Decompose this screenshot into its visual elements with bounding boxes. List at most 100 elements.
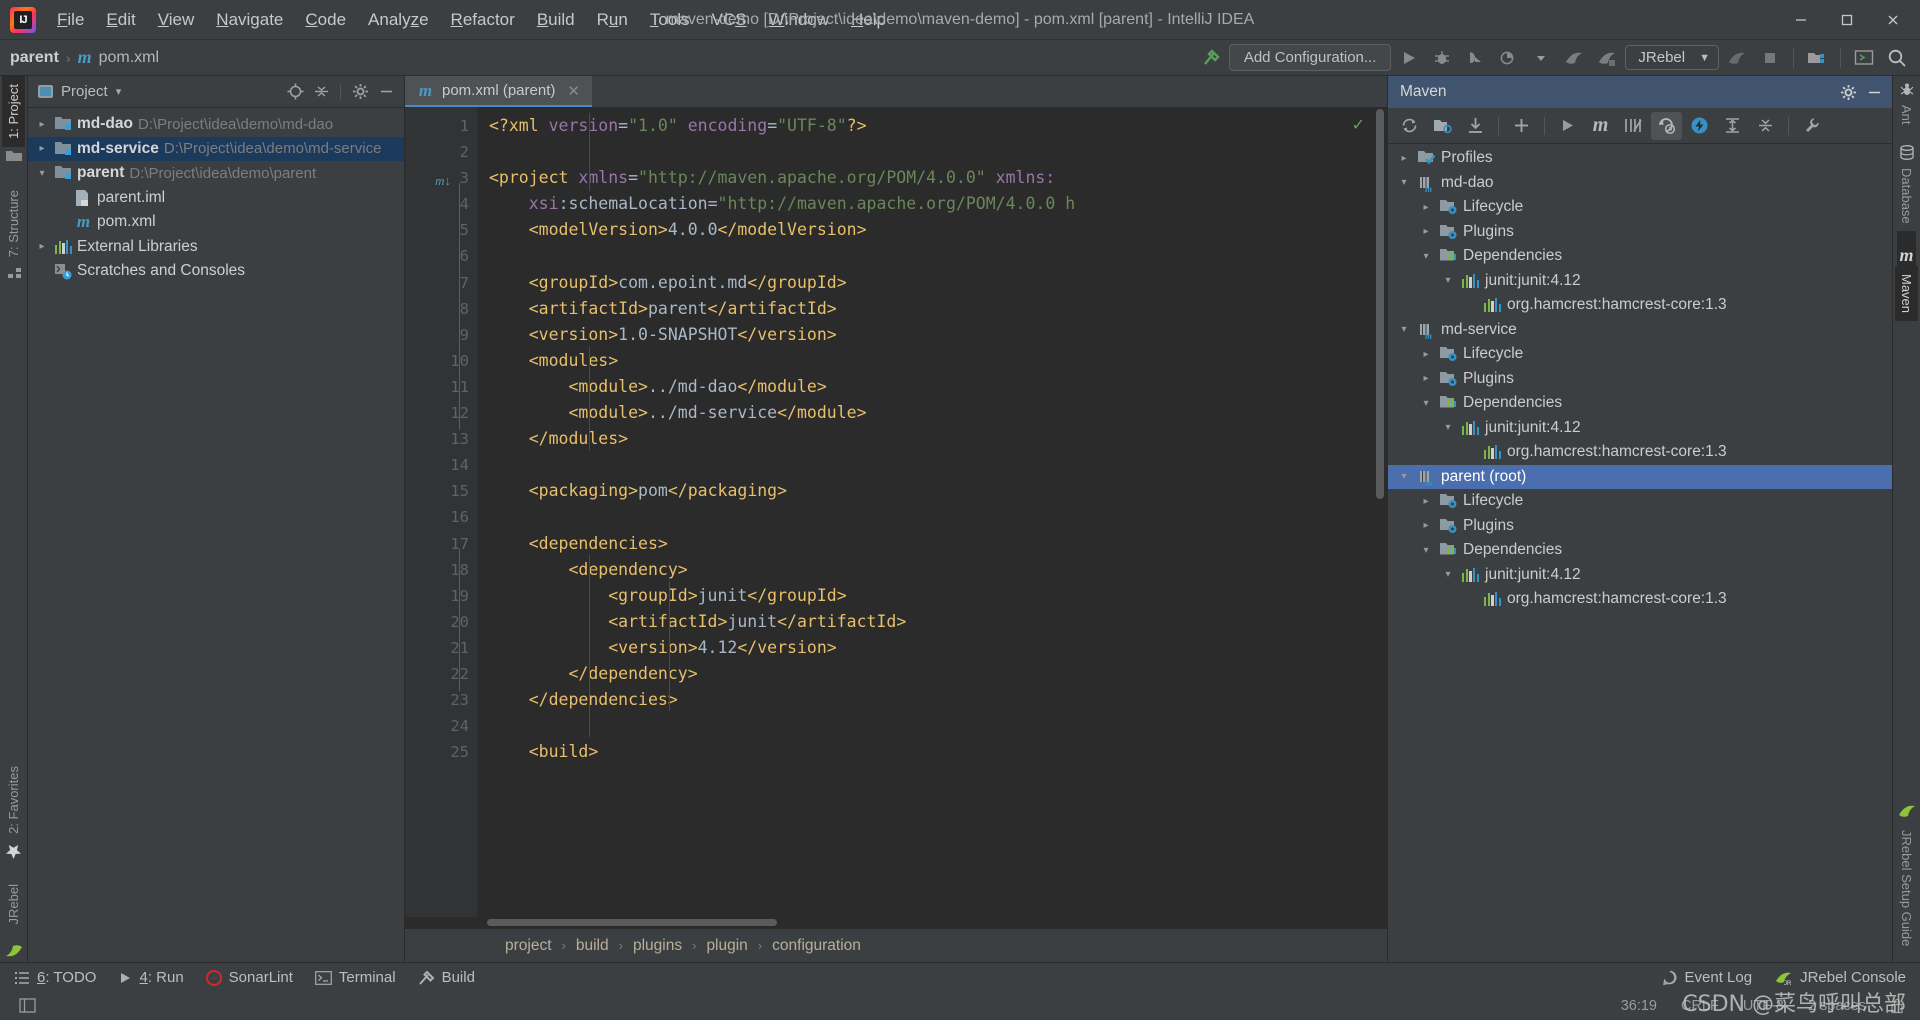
chevron-down-icon[interactable]: ▾ [1396,324,1412,335]
code-line[interactable]: </modules> [477,426,1387,452]
sidebar-item-jrebel-setup-guide[interactable]: JRebel Setup Guide [1895,822,1918,962]
debug-icon[interactable] [1427,44,1457,72]
toolwindow-sonarlint[interactable]: ~ SonarLint [205,969,293,986]
chevron-right-icon[interactable]: ▸ [1418,226,1434,237]
indent-setting[interactable]: 2 spaces [1808,998,1866,1014]
scrollbar-thumb[interactable] [487,919,777,926]
hide-icon[interactable] [374,80,398,104]
code-line[interactable]: <dependencies> [477,531,1387,557]
settings-gear-icon[interactable] [1836,80,1860,104]
add-configuration-button[interactable]: Add Configuration... [1228,44,1392,71]
code-line[interactable]: </dependency> [477,661,1387,687]
sidebar-item-database[interactable]: Database [1895,160,1918,232]
chevron-down-icon[interactable]: ▾ [1440,422,1456,433]
code-line[interactable]: <groupId>junit</groupId> [477,583,1387,609]
project-structure-icon[interactable] [1802,44,1832,72]
stop-icon[interactable] [1755,44,1785,72]
menu-file[interactable]: File [46,4,95,36]
hide-icon[interactable] [1862,80,1886,104]
project-tree-row[interactable]: Scratches and Consoles [28,259,404,284]
code-line[interactable] [477,713,1387,739]
gutter-line-number[interactable]: 25− [405,739,493,765]
gutter-line-number[interactable]: 4 [405,191,477,217]
toggle-offline-icon[interactable] [1651,111,1682,140]
gutter-line-number[interactable]: 14 [405,452,477,478]
gutter-line-number[interactable]: 19 [405,583,477,609]
maven-tree-row[interactable]: ▸ Lifecycle [1388,195,1892,220]
maven-tree-row[interactable]: ▾ Dependencies [1388,244,1892,269]
toolwindow-run[interactable]: 4: Run [118,969,184,986]
tab-pom-xml[interactable]: m pom.xml (parent) ✕ [405,76,592,107]
code-line[interactable] [477,504,1387,530]
chevron-down-icon[interactable]: ▾ [34,168,50,179]
gutter-line-number[interactable]: 7 [405,270,477,296]
gutter-line-number[interactable]: 18− [405,557,493,583]
chevron-down-icon[interactable]: ▾ [1418,398,1434,409]
terminal-icon[interactable] [1849,44,1879,72]
chevron-down-icon[interactable]: ▾ [1396,471,1412,482]
toolwindow-terminal[interactable]: Terminal [314,969,396,986]
editor-breadcrumb-item[interactable]: plugin [706,937,747,955]
maven-tree-row[interactable]: ▾ junit:junit:4.12 [1388,416,1892,441]
gutter-line-number[interactable]: 22 [405,661,493,687]
run-icon[interactable] [1394,44,1424,72]
code-line[interactable]: <version>4.12</version> [477,635,1387,661]
menu-code[interactable]: Code [294,4,357,36]
chevron-right-icon[interactable]: ▸ [34,119,50,130]
toolwindow-event-log[interactable]: Event Log [1662,969,1752,986]
menu-analyze[interactable]: Analyze [357,4,440,36]
chevron-down-icon[interactable]: ▾ [116,85,122,98]
search-everywhere-icon[interactable] [1882,44,1912,72]
maven-settings-icon[interactable] [1796,112,1827,140]
menu-edit[interactable]: Edit [95,4,146,36]
gutter-line-number[interactable]: 1 [405,113,477,139]
project-panel-title-group[interactable]: Project ▾ [38,83,121,100]
menu-help[interactable]: Help [840,4,897,36]
maven-tree-row[interactable]: ▾ junit:junit:4.12 [1388,563,1892,588]
code-line[interactable] [477,139,1387,165]
gutter-line-number[interactable]: 21 [405,635,477,661]
code-line[interactable]: <modelVersion>4.0.0</modelVersion> [477,217,1387,243]
toggle-skip-tests-icon[interactable] [1618,112,1649,140]
jrebel-stop-icon[interactable] [1722,44,1752,72]
code-line[interactable]: <module>../md-dao</module> [477,374,1387,400]
toolwindow-todo[interactable]: 6: TODO [14,969,96,986]
editor-breadcrumb-item[interactable]: project [505,937,552,955]
sidebar-item-project[interactable]: 1: Project [2,76,25,147]
maven-tree-row[interactable]: ▾ m md-dao [1388,171,1892,196]
code-line[interactable]: <artifactId>junit</artifactId> [477,609,1387,635]
chevron-right-icon[interactable]: ▸ [1418,349,1434,360]
gutter-line-number[interactable]: 20 [405,609,477,635]
editor-breadcrumb-item[interactable]: configuration [772,937,861,955]
gutter-line-number[interactable]: 12 [405,400,477,426]
collapse-all-icon[interactable] [309,80,333,104]
menu-run[interactable]: Run [586,4,639,36]
chevron-down-icon[interactable] [1526,44,1556,72]
chevron-right-icon[interactable]: ▸ [1396,153,1412,164]
maven-tree-row[interactable]: org.hamcrest:hamcrest-core:1.3 [1388,440,1892,465]
gutter-line-number[interactable]: 2 [405,139,477,165]
sidebar-item-ant[interactable]: Ant [1895,97,1918,133]
code-line[interactable]: <modules> [477,348,1387,374]
line-separator[interactable]: CRLF [1681,998,1719,1014]
run-icon[interactable] [1552,112,1583,140]
profiler-icon[interactable] [1493,44,1523,72]
sidebar-item-maven[interactable]: Maven [1895,266,1918,322]
maven-tree-row[interactable]: ▾ junit:junit:4.12 [1388,269,1892,294]
reimport-icon[interactable] [1394,112,1425,140]
download-sources-icon[interactable] [1460,112,1491,140]
code-line[interactable]: <module>../md-service</module> [477,400,1387,426]
gutter-line-number[interactable]: 11 [405,374,477,400]
sidebar-item-structure[interactable]: 7: Structure [2,182,25,265]
code-line[interactable]: xsi:schemaLocation="http://maven.apache.… [477,191,1387,217]
gutter-line-number[interactable]: 10− [405,348,493,374]
maven-tree-row[interactable]: ▸ Plugins [1388,367,1892,392]
gutter-line-number[interactable]: 5 [405,217,477,243]
gutter-line-number[interactable]: 24 [405,713,477,739]
chevron-down-icon[interactable]: ▾ [1440,569,1456,580]
chevron-down-icon[interactable]: ▾ [1418,251,1434,262]
code-line[interactable]: </dependencies> [477,687,1387,713]
maven-tree-row[interactable]: ▸ Lifecycle [1388,342,1892,367]
code-line[interactable]: <packaging>pom</packaging> [477,478,1387,504]
gutter-line-number[interactable]: 15 [405,478,477,504]
